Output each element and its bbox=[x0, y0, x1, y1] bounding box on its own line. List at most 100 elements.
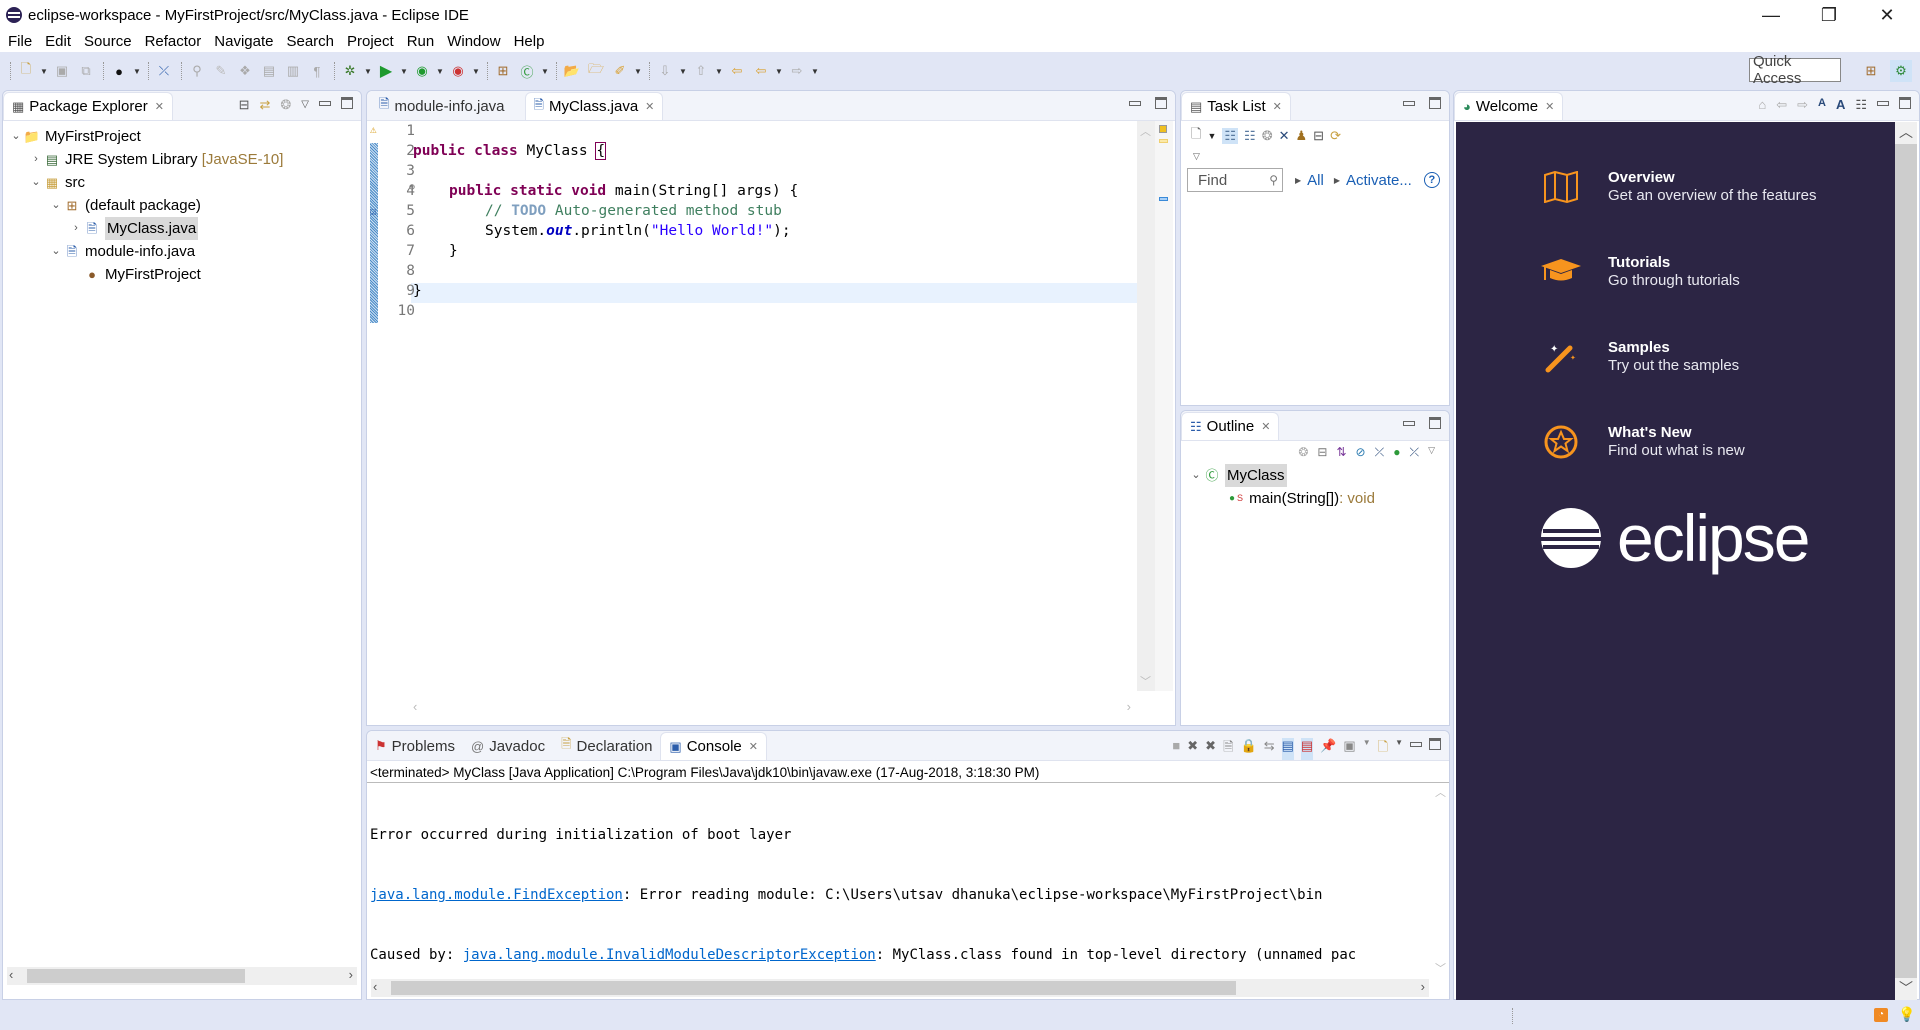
new-class-dropdown-icon[interactable]: ▼ bbox=[540, 60, 550, 82]
display-console-icon[interactable]: ▣ bbox=[1343, 738, 1355, 760]
task-find-input[interactable]: Find ⚲ bbox=[1187, 168, 1283, 192]
new-task-dropdown-icon[interactable]: ▼ bbox=[1207, 131, 1216, 141]
tab-problems[interactable]: ⚑ Problems bbox=[367, 732, 463, 760]
exception-link[interactable]: java.lang.module.InvalidModuleDescriptor… bbox=[463, 947, 876, 963]
welcome-item-tutorials[interactable]: Tutorials Go through tutorials bbox=[1536, 251, 1740, 293]
close-tab-icon[interactable]: ✕ bbox=[1273, 100, 1282, 113]
chevron-down-icon[interactable]: ⌄ bbox=[29, 171, 43, 194]
help-icon[interactable]: ? bbox=[1423, 172, 1440, 188]
save-icon[interactable]: ▣ bbox=[51, 60, 73, 82]
activate-link[interactable]: Activate... bbox=[1346, 172, 1412, 189]
view-menu-icon[interactable]: ▽ bbox=[1428, 445, 1435, 460]
decrease-font-icon[interactable]: A bbox=[1818, 97, 1826, 113]
collapse-all-icon[interactable]: ⊟ bbox=[239, 97, 250, 113]
save-all-icon[interactable]: ⧉ bbox=[75, 60, 97, 82]
tab-package-explorer[interactable]: ▦ Package Explorer ✕ bbox=[3, 92, 173, 120]
chevron-right-icon[interactable]: › bbox=[69, 217, 83, 240]
new-task-icon[interactable]: 🗋 bbox=[1191, 125, 1201, 147]
chevron-down-icon[interactable]: ⌄ bbox=[49, 194, 63, 217]
previous-annotation-icon[interactable]: ⇧ bbox=[690, 60, 712, 82]
horizontal-scrollbar[interactable]: ‹ › bbox=[7, 967, 357, 985]
customize-icon[interactable]: ☷ bbox=[1855, 97, 1867, 113]
close-tab-icon[interactable]: ✕ bbox=[1261, 420, 1270, 433]
new-dropdown-icon[interactable]: ▼ bbox=[39, 60, 49, 82]
scroll-up-icon[interactable]: ︿ bbox=[1435, 783, 1446, 803]
search-icon[interactable]: ✐ bbox=[609, 60, 631, 82]
menu-navigate[interactable]: Navigate bbox=[214, 33, 273, 50]
view-menu-icon[interactable]: ▽ bbox=[1181, 151, 1449, 162]
previous-annotation-dropdown-icon[interactable]: ▼ bbox=[714, 60, 724, 82]
tree-item-project[interactable]: ⌄ 📁 MyFirstProject bbox=[3, 125, 361, 148]
word-wrap-icon[interactable]: ⇆ bbox=[1264, 738, 1275, 760]
increase-font-icon[interactable]: A bbox=[1836, 97, 1845, 113]
welcome-item-whats-new[interactable]: What's New Find out what is new bbox=[1536, 421, 1745, 463]
open-task-icon[interactable]: 🗁 bbox=[585, 60, 607, 82]
focus-icon[interactable]: ❂ bbox=[280, 97, 291, 113]
scheduled-icon[interactable]: ☷ bbox=[1244, 128, 1256, 144]
menu-refactor[interactable]: Refactor bbox=[145, 33, 202, 50]
chevron-down-icon[interactable]: ⌄ bbox=[1189, 464, 1203, 487]
fold-icon[interactable]: ⊖ bbox=[409, 182, 415, 193]
debug-dropdown-icon[interactable]: ▼ bbox=[363, 60, 373, 82]
scroll-down-icon[interactable]: ﹀ bbox=[1895, 978, 1917, 1000]
show-on-stdout-icon[interactable]: ▤ bbox=[1281, 738, 1294, 760]
menu-window[interactable]: Window bbox=[447, 33, 500, 50]
tree-item-myclass[interactable]: › 🗎 MyClass.java bbox=[3, 217, 361, 240]
new-java-package-icon[interactable]: ⊞ bbox=[492, 60, 514, 82]
close-tab-icon[interactable]: ✕ bbox=[749, 740, 758, 753]
show-on-stderr-icon[interactable]: ▤ bbox=[1300, 738, 1314, 760]
sort-icon[interactable]: ⇅ bbox=[1336, 445, 1346, 460]
new-java-class-icon[interactable]: Ⓒ bbox=[516, 60, 538, 82]
remove-all-terminated-icon[interactable]: ✖ bbox=[1205, 738, 1216, 760]
open-perspective-icon[interactable]: ⊞ bbox=[1860, 60, 1882, 82]
java-perspective-icon[interactable]: ⚙ bbox=[1890, 60, 1912, 82]
all-link[interactable]: All bbox=[1307, 172, 1324, 189]
minimize-view-button[interactable] bbox=[1403, 421, 1415, 426]
maximize-view-button[interactable] bbox=[341, 97, 353, 109]
run-icon[interactable]: ▶ bbox=[375, 60, 397, 82]
task-marker[interactable] bbox=[1159, 197, 1168, 201]
open-console-dropdown-icon[interactable]: ▼ bbox=[1395, 738, 1403, 760]
back-icon[interactable]: ⇦ bbox=[1776, 97, 1787, 113]
scroll-left-icon[interactable]: ‹ bbox=[9, 967, 13, 982]
hide-fields-icon[interactable]: ⊘ bbox=[1356, 445, 1366, 460]
collapse-all-icon[interactable]: ⊟ bbox=[1313, 128, 1324, 144]
vertical-scrollbar[interactable]: ︿ ﹀ bbox=[1137, 121, 1155, 691]
code-editor[interactable]: ⚠ ☑ 1 2 3 4 ⊖ 5 6 7 8 9 10 public class … bbox=[367, 121, 1175, 691]
pin-console-icon[interactable]: 📌 bbox=[1320, 738, 1336, 760]
restore-button[interactable]: ❐ bbox=[1800, 0, 1858, 30]
open-type-icon[interactable]: 📂 bbox=[561, 60, 583, 82]
menu-search[interactable]: Search bbox=[286, 33, 334, 50]
menu-edit[interactable]: Edit bbox=[45, 33, 71, 50]
close-button[interactable]: ✕ bbox=[1858, 0, 1916, 30]
hide-local-types-icon[interactable]: ⤫ bbox=[1409, 445, 1419, 460]
minimize-view-button[interactable] bbox=[1877, 101, 1889, 106]
tab-myclass[interactable]: 🗎 MyClass.java ✕ bbox=[524, 92, 664, 120]
back-dropdown-icon[interactable]: ▼ bbox=[774, 60, 784, 82]
scroll-down-icon[interactable]: ﹀ bbox=[1435, 959, 1446, 979]
minimize-view-button[interactable] bbox=[319, 101, 331, 106]
scroll-thumb[interactable] bbox=[27, 969, 245, 983]
chevron-down-icon[interactable]: ⌄ bbox=[9, 125, 23, 148]
annotation-icon[interactable]: ❖ bbox=[234, 60, 256, 82]
menu-source[interactable]: Source bbox=[84, 33, 132, 50]
tree-item-jre[interactable]: › ▤ JRE System Library [JavaSE-10] bbox=[3, 148, 361, 171]
terminate-icon[interactable]: ■ bbox=[1172, 738, 1180, 760]
maximize-view-button[interactable] bbox=[1429, 417, 1441, 429]
exception-link[interactable]: java.lang.module.FindException bbox=[370, 887, 623, 903]
maximize-view-button[interactable] bbox=[1899, 97, 1911, 109]
focus-icon[interactable]: ❂ bbox=[1298, 445, 1308, 460]
external-tools-dropdown-icon[interactable]: ▼ bbox=[471, 60, 481, 82]
occurrence-marker[interactable] bbox=[1159, 139, 1168, 143]
forward-icon[interactable]: ⇨ bbox=[786, 60, 808, 82]
scroll-thumb[interactable] bbox=[391, 981, 1236, 995]
tab-task-list[interactable]: ▤ Task List ✕ bbox=[1181, 92, 1291, 120]
horizontal-scrollbar[interactable]: ‹ › bbox=[411, 699, 1135, 717]
menu-help[interactable]: Help bbox=[514, 33, 545, 50]
show-whitespace-icon[interactable]: ¶ bbox=[306, 60, 328, 82]
close-tab-icon[interactable]: ✕ bbox=[645, 100, 654, 113]
external-tools-icon[interactable]: ◉ bbox=[447, 60, 469, 82]
outline-item-class[interactable]: ⌄ Ⓒ MyClass bbox=[1189, 464, 1449, 487]
open-console-icon[interactable]: 🗋 bbox=[1378, 738, 1388, 760]
forward-dropdown-icon[interactable]: ▼ bbox=[810, 60, 820, 82]
